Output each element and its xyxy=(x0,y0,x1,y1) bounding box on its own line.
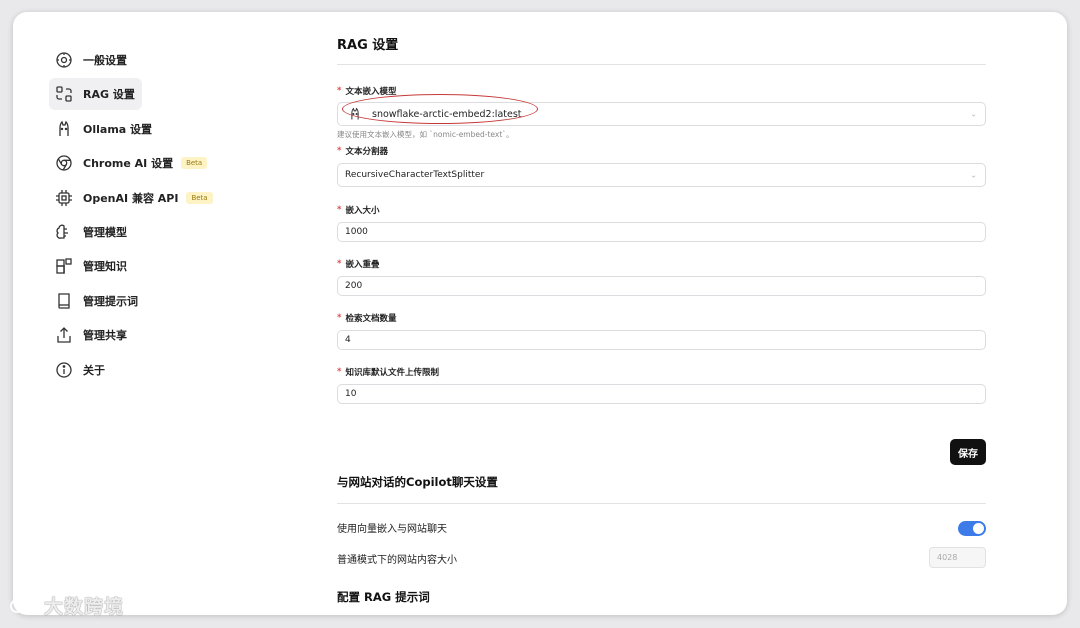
sidebar-item-manage-knowledge[interactable]: 管理知识 xyxy=(49,250,249,282)
doc-count-value: 4 xyxy=(345,335,351,345)
splitter-select[interactable]: RecursiveCharacterTextSplitter ⌄ xyxy=(337,163,986,187)
sidebar-item-label: Chrome AI 设置 xyxy=(83,157,174,171)
settings-window: 一般设置 RAG 设置 Ollama 设置 Chrome AI 设置 Beta xyxy=(13,12,1067,615)
splitter-label: * 文本分割器 xyxy=(337,145,986,157)
toggle-knob xyxy=(973,523,984,534)
upload-limit-value: 10 xyxy=(345,389,357,399)
doc-count-label: * 检索文档数量 xyxy=(337,312,986,324)
beta-badge: Beta xyxy=(181,157,208,170)
sidebar-item-rag[interactable]: RAG 设置 xyxy=(49,78,142,111)
upload-limit-label: * 知识库默认文件上传限制 xyxy=(337,366,986,378)
content-size-label: 普通模式下的网站内容大小 xyxy=(337,555,457,566)
content-size-value: 4028 xyxy=(937,553,958,562)
chunk-overlap-input[interactable]: 200 xyxy=(337,276,986,296)
sidebar-item-label: 管理知识 xyxy=(83,260,127,274)
doc-count-label-text: 检索文档数量 xyxy=(345,314,397,324)
chunk-size-label: * 嵌入大小 xyxy=(337,204,986,216)
chunk-size-label-text: 嵌入大小 xyxy=(345,206,380,216)
sidebar-item-general[interactable]: 一般设置 xyxy=(49,44,249,76)
embedding-model-select[interactable]: snowflake-arctic-embed2:latest ⌄ xyxy=(337,94,986,126)
beta-badge: Beta xyxy=(186,191,213,204)
brain-icon xyxy=(55,223,73,241)
chunk-size-value: 1000 xyxy=(345,227,368,237)
sidebar-item-manage-models[interactable]: 管理模型 xyxy=(49,216,249,248)
save-button[interactable]: 保存 xyxy=(950,439,986,465)
ollama-icon xyxy=(55,120,73,138)
sidebar-item-label: OpenAI 兼容 API xyxy=(83,191,179,205)
vector-chat-toggle[interactable] xyxy=(958,521,986,536)
copilot-settings-title: 与网站对话的Copilot聊天设置 xyxy=(337,475,498,489)
rag-icon xyxy=(55,85,73,103)
doc-count-input[interactable]: 4 xyxy=(337,330,986,350)
required-marker: * xyxy=(337,313,342,323)
embedding-model-hint: 建议使用文本嵌入模型，如 `nomic-embed-text`。 xyxy=(337,130,514,139)
divider xyxy=(337,503,986,504)
chunk-overlap-value: 200 xyxy=(345,281,363,291)
sidebar-item-label: RAG 设置 xyxy=(83,88,135,102)
sidebar: 一般设置 RAG 设置 Ollama 设置 Chrome AI 设置 Beta xyxy=(49,44,249,388)
required-marker: * xyxy=(337,86,342,96)
splitter-value: RecursiveCharacterTextSplitter xyxy=(345,170,485,180)
required-marker: * xyxy=(337,367,342,377)
sidebar-item-label: 一般设置 xyxy=(83,54,127,67)
sidebar-item-ollama[interactable]: Ollama 设置 xyxy=(49,113,249,145)
watermark-text: 大数跨境 xyxy=(44,596,125,618)
chip-icon xyxy=(55,189,73,207)
chunk-overlap-label: * 嵌入重叠 xyxy=(337,258,986,270)
sidebar-item-label: 关于 xyxy=(83,363,105,377)
chrome-icon xyxy=(55,154,73,172)
content-size-input[interactable]: 4028 xyxy=(929,547,986,568)
sidebar-item-about[interactable]: 关于 xyxy=(49,354,249,386)
watermark: 大数跨境 xyxy=(8,592,124,619)
sidebar-item-label: 管理模型 xyxy=(83,225,127,239)
sidebar-item-label: 管理共享 xyxy=(83,329,127,343)
upload-limit-label-text: 知识库默认文件上传限制 xyxy=(345,368,439,378)
required-marker: * xyxy=(337,205,342,215)
chunk-overlap-label-text: 嵌入重叠 xyxy=(345,260,380,270)
share-icon xyxy=(55,326,73,344)
chevron-down-icon: ⌄ xyxy=(970,109,977,119)
info-icon xyxy=(55,361,73,379)
upload-limit-input[interactable]: 10 xyxy=(337,384,986,404)
chunk-size-input[interactable]: 1000 xyxy=(337,222,986,242)
rag-settings-panel: RAG 设置 * 文本嵌入模型 snowflake-arctic-embed2:… xyxy=(337,32,986,404)
highlight-annotation xyxy=(342,94,538,124)
sidebar-item-label: Ollama 设置 xyxy=(83,122,153,136)
rag-prompt-title: 配置 RAG 提示词 xyxy=(337,590,430,604)
watermark-logo-icon xyxy=(10,597,42,613)
vector-chat-label: 使用向量嵌入与网站聊天 xyxy=(337,524,447,535)
chevron-down-icon: ⌄ xyxy=(970,170,977,180)
sidebar-item-chrome-ai[interactable]: Chrome AI 设置 Beta xyxy=(49,147,249,179)
sidebar-item-manage-sharing[interactable]: 管理共享 xyxy=(49,319,249,351)
sidebar-item-manage-prompts[interactable]: 管理提示词 xyxy=(49,285,249,317)
splitter-label-text: 文本分割器 xyxy=(345,147,388,157)
blocks-icon xyxy=(55,257,73,275)
sidebar-item-openai-api[interactable]: OpenAI 兼容 API Beta xyxy=(49,182,249,214)
required-marker: * xyxy=(337,146,342,156)
divider xyxy=(337,64,986,65)
book-icon xyxy=(55,292,73,310)
sidebar-item-label: 管理提示词 xyxy=(83,294,138,308)
required-marker: * xyxy=(337,259,342,269)
page-title: RAG 设置 xyxy=(337,38,399,53)
gear-icon xyxy=(55,51,73,69)
